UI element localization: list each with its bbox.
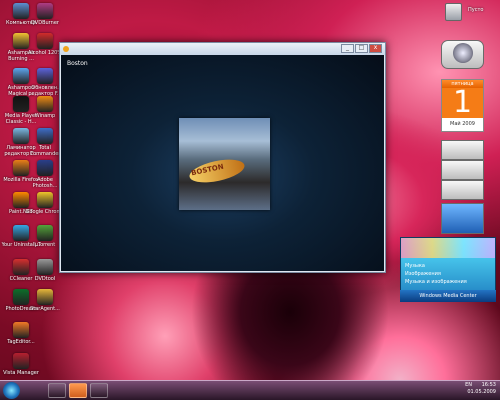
app-icon	[37, 160, 53, 176]
clock-face-icon	[453, 43, 473, 63]
network-gadget-3	[441, 180, 484, 200]
media-center-bar[interactable]: Windows Media Center	[400, 290, 496, 302]
app-icon	[37, 68, 53, 84]
close-button[interactable]: x	[369, 44, 382, 53]
media-images-label[interactable]: Изображения	[405, 271, 441, 277]
app-icon	[63, 46, 69, 52]
album-cover[interactable]: BOSTON	[179, 118, 270, 210]
window-titlebar[interactable]: _ □ x	[60, 43, 385, 55]
app-icon	[37, 128, 53, 144]
app-icon	[13, 353, 29, 369]
desktop-icon-label: DVDBurner	[31, 20, 59, 26]
language-indicator[interactable]: EN	[465, 382, 472, 388]
desktop-icon-label: DVDtool	[34, 276, 56, 282]
weather-gadget	[441, 203, 484, 234]
desktop-icon-label: StarAgent...	[30, 306, 60, 312]
desktop-icon-label: Vista Manager	[3, 370, 39, 376]
desktop-icon[interactable]: StarAgent...	[25, 289, 65, 312]
media-both-label[interactable]: Музыка и изображения	[405, 279, 467, 285]
tray-date: 01.05.2009	[467, 389, 496, 395]
calendar-month-year: Май 2009	[450, 121, 475, 127]
clock-gadget	[441, 40, 484, 69]
desktop-icon[interactable]: Vista Manager	[1, 353, 41, 376]
maximize-button[interactable]: □	[355, 44, 368, 53]
tray-time: 16:53	[481, 382, 496, 388]
app-icon	[37, 33, 53, 49]
system-tray: EN 16:53 01.05.2009	[465, 382, 496, 396]
app-icon	[37, 96, 53, 112]
desktop-icon[interactable]: TagEditor...	[1, 322, 41, 345]
desktop-icon[interactable]: DVDBurner	[25, 3, 65, 26]
media-player-taskbar-button[interactable]	[69, 383, 87, 398]
app-icon	[37, 192, 53, 208]
media-music-label[interactable]: Музыка	[405, 263, 425, 269]
app-icon	[37, 289, 53, 305]
network-gadget-1	[441, 140, 484, 160]
calendar-day: 1	[442, 88, 483, 118]
app-icon	[13, 322, 29, 338]
calendar-gadget: пятница 1 Май 2009	[441, 79, 484, 132]
start-button[interactable]	[3, 382, 20, 399]
third-taskbar-button[interactable]	[90, 383, 108, 398]
media-tiles	[401, 238, 495, 258]
app-icon	[37, 225, 53, 241]
song-title: Boston	[67, 60, 88, 67]
minimize-button[interactable]: _	[341, 44, 354, 53]
app-icon	[37, 3, 53, 19]
window-controls: _ □ x	[341, 44, 382, 53]
recycle-bin[interactable]	[441, 3, 466, 21]
explorer-taskbar-button[interactable]	[48, 383, 66, 398]
app-icon	[37, 259, 53, 275]
desktop-icon-label: TagEditor...	[7, 339, 35, 345]
network-gadget-2	[441, 160, 484, 180]
now-playing-area: Boston BOSTON	[61, 55, 384, 271]
media-player-window: _ □ x Boston BOSTON	[59, 42, 386, 273]
recycle-bin-label: Пусто	[468, 7, 484, 13]
taskbar: EN 16:53 01.05.2009	[0, 380, 500, 400]
recycle-bin-icon	[445, 3, 462, 21]
